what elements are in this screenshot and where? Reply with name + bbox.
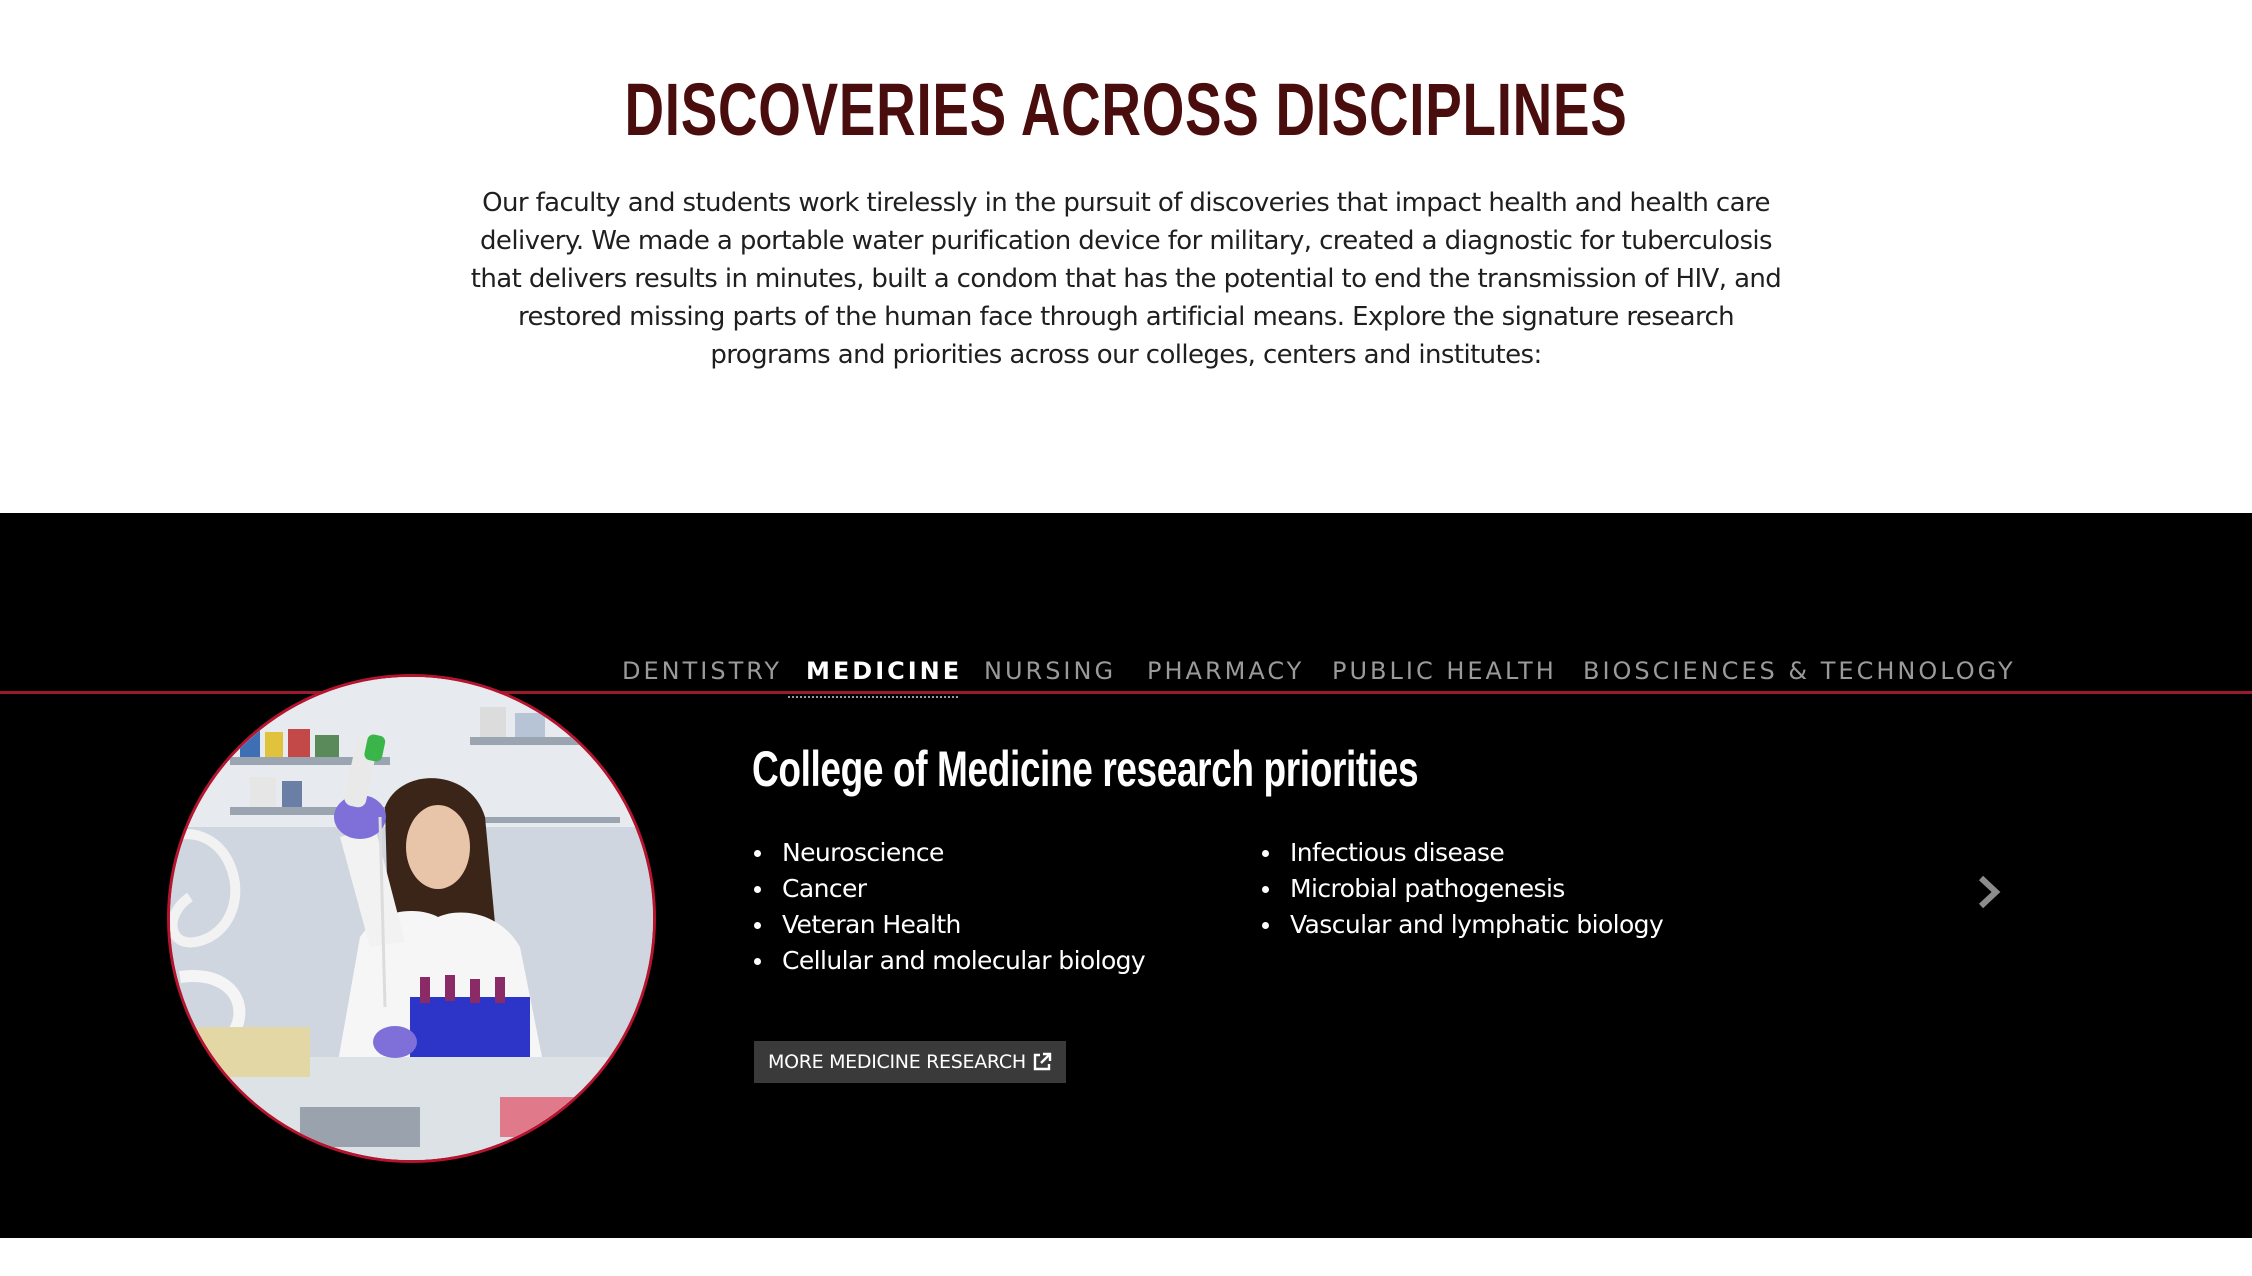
intro-section: DISCOVERIES ACROSS DISCIPLINES Our facul… <box>0 0 2252 513</box>
intro-paragraph: Our faculty and students work tirelessly… <box>470 188 1782 370</box>
list-item: Neuroscience <box>752 835 1145 871</box>
list-item: Veteran Health <box>752 907 1145 943</box>
external-link-icon <box>1033 1052 1052 1071</box>
list-item: Vascular and lymphatic biology <box>1260 907 1664 943</box>
section-title: DISCOVERIES ACROSS DISCIPLINES <box>624 68 1628 151</box>
researcher-photo-illustration <box>170 677 653 1160</box>
list-item: Cellular and molecular biology <box>752 943 1146 979</box>
more-research-label: MORE MEDICINE RESEARCH <box>768 1051 1026 1073</box>
priorities-list-left: Neuroscience Cancer Veteran Health Cellu… <box>752 835 1146 979</box>
panel-title: College of Medicine research priorities <box>752 741 1419 797</box>
chevron-right-icon[interactable] <box>1976 875 2002 909</box>
page: DISCOVERIES ACROSS DISCIPLINES Our facul… <box>0 0 2252 1276</box>
list-item: Infectious disease <box>1260 835 1663 871</box>
research-band: DENTISTRY MEDICINE NURSING PHARMACY PUBL… <box>0 513 2252 1238</box>
list-item: Cancer <box>752 871 1145 907</box>
more-medicine-research-button[interactable]: MORE MEDICINE RESEARCH <box>754 1041 1066 1083</box>
priorities-list-right: Infectious disease Microbial pathogenesi… <box>1260 835 1664 943</box>
active-tab-indicator <box>788 696 958 698</box>
researcher-photo <box>167 674 656 1163</box>
list-item: Microbial pathogenesis <box>1260 871 1663 907</box>
